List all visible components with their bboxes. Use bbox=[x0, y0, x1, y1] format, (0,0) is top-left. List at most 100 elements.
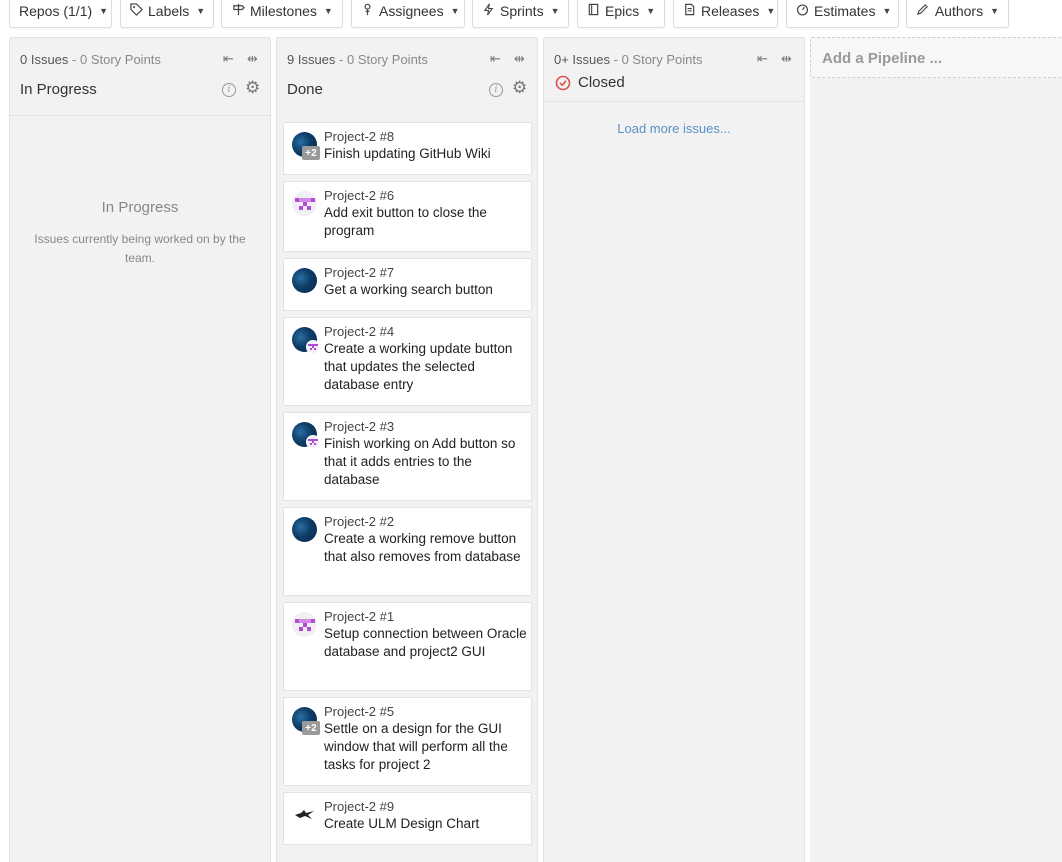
pipeline-title: In Progress bbox=[20, 81, 97, 98]
chevron-down-icon: ▼ bbox=[450, 6, 460, 16]
collapse-icon[interactable]: ⇤ bbox=[757, 51, 768, 67]
issue-number: Project-2 #6 bbox=[324, 188, 395, 203]
chevron-down-icon: ▼ bbox=[196, 6, 206, 16]
filter-estimates-button[interactable]: Estimates ▼ bbox=[786, 0, 899, 28]
avatar bbox=[292, 612, 317, 637]
add-pipeline-button[interactable]: Add a Pipeline ... bbox=[810, 37, 1062, 78]
bird-icon bbox=[295, 810, 314, 819]
filter-authors-label: Authors bbox=[934, 3, 984, 19]
board-empty-area bbox=[810, 78, 1062, 862]
filter-milestones-label: Milestones bbox=[250, 3, 317, 19]
issue-card[interactable]: Project-2 #2 Create a working remove but… bbox=[283, 507, 532, 596]
gear-icon[interactable]: ⚙ bbox=[245, 78, 260, 98]
story-points: 0 Story Points bbox=[346, 52, 428, 67]
chevron-down-icon: ▼ bbox=[990, 6, 999, 16]
more-assignees-badge: +2 bbox=[302, 146, 320, 160]
pipeline-meta: 0+ Issues - 0 Story Points bbox=[554, 52, 703, 67]
pipeline-closed: 0+ Issues - 0 Story Points ⇤ ⇹ Closed Lo… bbox=[543, 37, 805, 862]
issue-card[interactable]: Project-2 #4 Create a working update but… bbox=[283, 317, 532, 406]
issue-card[interactable]: Project-2 #9 Create ULM Design Chart bbox=[283, 792, 532, 845]
filter-epics-label: Epics bbox=[605, 3, 640, 19]
closed-icon bbox=[555, 75, 571, 91]
issue-title: Finish updating GitHub Wiki bbox=[324, 146, 491, 161]
pipeline-header: 0 Issues - 0 Story Points ⇤ ⇹ In Progres… bbox=[10, 38, 270, 116]
issue-number: Project-2 #3 bbox=[324, 419, 395, 434]
meta-separator: - bbox=[335, 52, 347, 67]
secondary-avatar bbox=[306, 435, 320, 449]
compress-icon[interactable]: ⇹ bbox=[781, 51, 792, 67]
issue-title: Create a working remove button that also… bbox=[324, 531, 521, 564]
load-more-link[interactable]: Load more issues... bbox=[544, 121, 804, 136]
chevron-down-icon: ▼ bbox=[766, 6, 776, 16]
filter-milestones-button[interactable]: Milestones ▼ bbox=[221, 0, 343, 28]
chevron-down-icon: ▼ bbox=[882, 6, 892, 16]
avatar bbox=[292, 191, 317, 216]
pipeline-in-progress: 0 Issues - 0 Story Points ⇤ ⇹ In Progres… bbox=[9, 37, 271, 862]
issue-title: Finish working on Add button so that it … bbox=[324, 436, 516, 487]
issue-number: Project-2 #1 bbox=[324, 609, 395, 624]
person-icon bbox=[361, 3, 374, 19]
issue-number: Project-2 #4 bbox=[324, 324, 395, 339]
issue-title: Get a working search button bbox=[324, 282, 493, 297]
chevron-down-icon: ▼ bbox=[550, 6, 560, 16]
issue-number: Project-2 #8 bbox=[324, 129, 395, 144]
info-icon[interactable]: i bbox=[489, 83, 503, 97]
gear-icon[interactable]: ⚙ bbox=[512, 78, 527, 98]
story-points: 0 Story Points bbox=[621, 52, 703, 67]
filter-labels-button[interactable]: Labels ▼ bbox=[120, 0, 214, 28]
issue-count: 9 Issues bbox=[287, 52, 336, 67]
issue-card[interactable]: Project-2 #3 Finish working on Add butto… bbox=[283, 412, 532, 501]
filter-bar: Repos (1/1) ▼ Labels ▼ Milestones ▼ Assi… bbox=[0, 0, 1062, 30]
issue-number: Project-2 #5 bbox=[324, 704, 395, 719]
filter-assignees-label: Assignees bbox=[379, 3, 444, 19]
issue-number: Project-2 #2 bbox=[324, 514, 395, 529]
filter-estimates-label: Estimates bbox=[814, 3, 876, 19]
issue-card[interactable]: Project-2 #1 Setup connection between Or… bbox=[283, 602, 532, 691]
pencil-icon bbox=[916, 3, 930, 19]
signpost-icon bbox=[231, 3, 245, 19]
compress-icon[interactable]: ⇹ bbox=[514, 51, 525, 67]
avatar bbox=[292, 268, 317, 293]
pipeline-title: Done bbox=[287, 81, 323, 98]
identicon-icon bbox=[294, 197, 315, 210]
pipeline-header: 0+ Issues - 0 Story Points ⇤ ⇹ Closed bbox=[544, 38, 804, 102]
gauge-icon bbox=[796, 3, 809, 19]
pipeline-header: 9 Issues - 0 Story Points ⇤ ⇹ Done i ⚙ bbox=[277, 38, 537, 116]
issue-count: 0+ Issues bbox=[554, 52, 611, 67]
meta-separator: - bbox=[68, 52, 80, 67]
filter-assignees-button[interactable]: Assignees ▼ bbox=[351, 0, 465, 28]
avatar bbox=[292, 517, 317, 542]
secondary-avatar bbox=[306, 340, 320, 354]
collapse-icon[interactable]: ⇤ bbox=[223, 51, 234, 67]
issue-card[interactable]: Project-2 #6 Add exit button to close th… bbox=[283, 181, 532, 252]
issue-title: Setup connection between Oracle database… bbox=[324, 626, 527, 659]
identicon-icon bbox=[294, 618, 315, 631]
issue-title: Add exit button to close the program bbox=[324, 205, 487, 238]
meta-separator: - bbox=[610, 52, 622, 67]
filter-authors-button[interactable]: Authors ▼ bbox=[906, 0, 1009, 28]
info-icon[interactable]: i bbox=[222, 83, 236, 97]
chevron-down-icon: ▼ bbox=[323, 6, 333, 16]
book-icon bbox=[587, 3, 600, 19]
compress-icon[interactable]: ⇹ bbox=[247, 51, 258, 67]
issue-number: Project-2 #7 bbox=[324, 265, 395, 280]
collapse-icon[interactable]: ⇤ bbox=[490, 51, 501, 67]
filter-sprints-label: Sprints bbox=[500, 3, 544, 19]
filter-epics-button[interactable]: Epics ▼ bbox=[577, 0, 665, 28]
issue-card[interactable]: Project-2 #7 Get a working search button bbox=[283, 258, 532, 311]
issue-count: 0 Issues bbox=[20, 52, 69, 67]
issue-title: Create a working update button that upda… bbox=[324, 341, 513, 392]
issue-card[interactable]: +2 Project-2 #8 Finish updating GitHub W… bbox=[283, 122, 532, 175]
filter-repos-button[interactable]: Repos (1/1) ▼ bbox=[9, 0, 112, 28]
empty-state-description: Issues currently being worked on by the … bbox=[34, 232, 246, 265]
filter-releases-button[interactable]: Releases ▼ bbox=[673, 0, 778, 28]
filter-labels-label: Labels bbox=[148, 3, 190, 19]
document-icon bbox=[683, 3, 696, 19]
issue-title: Create ULM Design Chart bbox=[324, 816, 480, 831]
story-points: 0 Story Points bbox=[79, 52, 161, 67]
filter-sprints-button[interactable]: Sprints ▼ bbox=[472, 0, 569, 28]
empty-state-title: In Progress bbox=[101, 199, 179, 216]
issue-card[interactable]: +2 Project-2 #5 Settle on a design for t… bbox=[283, 697, 532, 786]
pipeline-meta: 0 Issues - 0 Story Points bbox=[20, 52, 161, 67]
chevron-down-icon: ▼ bbox=[99, 6, 109, 16]
